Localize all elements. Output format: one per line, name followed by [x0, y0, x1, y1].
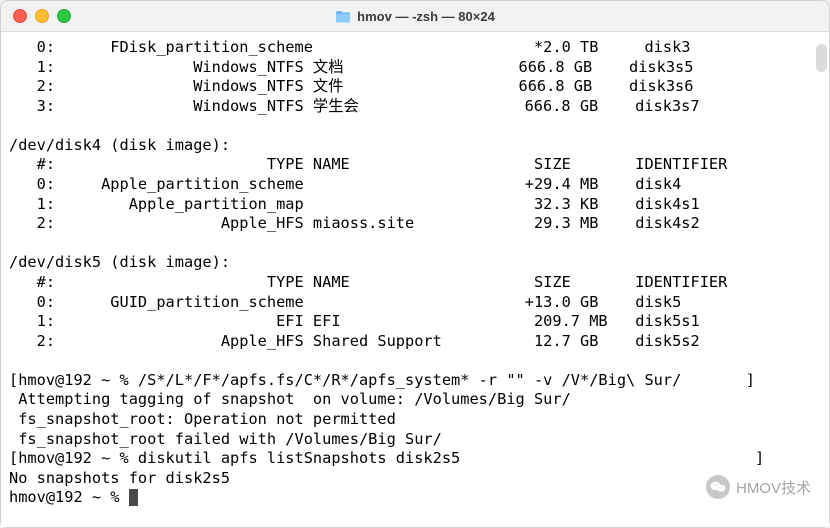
terminal-body[interactable]: 0: FDisk_partition_scheme *2.0 TB disk3 …: [1, 32, 829, 527]
folder-icon: [335, 10, 351, 23]
titlebar: hmov — -zsh — 80×24: [1, 1, 829, 32]
minimize-button[interactable]: [35, 9, 49, 23]
terminal-output[interactable]: 0: FDisk_partition_scheme *2.0 TB disk3 …: [1, 32, 829, 514]
terminal-window: hmov — -zsh — 80×24 0: FDisk_partition_s…: [0, 0, 830, 528]
terminal-cursor: [129, 489, 138, 506]
window-controls: [1, 9, 71, 23]
scrollbar-thumb[interactable]: [816, 44, 827, 72]
maximize-button[interactable]: [57, 9, 71, 23]
window-title-text: hmov — -zsh — 80×24: [357, 9, 495, 24]
window-title: hmov — -zsh — 80×24: [1, 9, 829, 24]
scrollbar-track[interactable]: [816, 34, 827, 525]
close-button[interactable]: [13, 9, 27, 23]
